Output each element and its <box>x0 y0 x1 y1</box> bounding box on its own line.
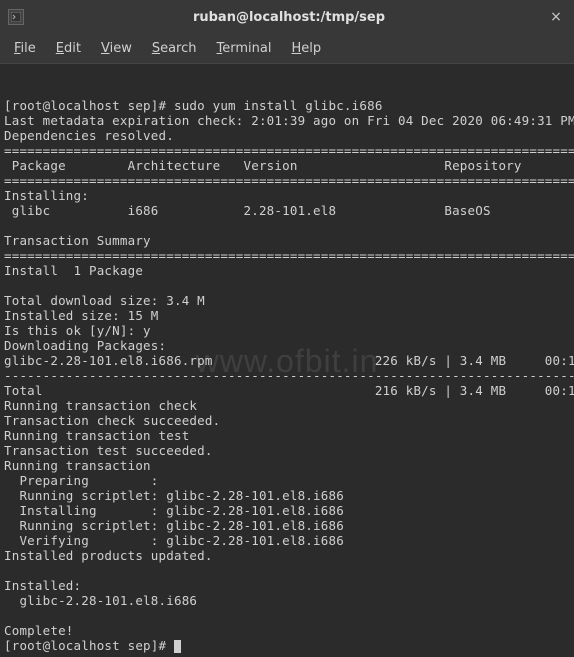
output-line: Installing : glibc-2.28-101.el8.i686 1/1 <box>4 503 574 518</box>
output-line: Transaction test succeeded. <box>4 443 213 458</box>
menu-view[interactable]: View <box>91 37 142 60</box>
output-line: Is this ok [y/N]: y <box>4 323 151 338</box>
terminal-output[interactable]: www.ofbit.in [root@localhost sep]# sudo … <box>0 64 574 657</box>
menu-search[interactable]: Search <box>142 37 207 60</box>
separator: ========================================… <box>4 173 574 188</box>
menu-help[interactable]: Help <box>281 37 331 60</box>
output-line: Verifying : glibc-2.28-101.el8.i686 1/1 <box>4 533 574 548</box>
output-line: Install 1 Package <box>4 263 143 278</box>
prompt-line: [root@localhost sep]# <box>4 638 174 653</box>
separator: ----------------------------------------… <box>4 368 574 383</box>
table-header: Package Architecture Version Repository … <box>4 158 574 173</box>
output-line: Running scriptlet: glibc-2.28-101.el8.i6… <box>4 488 574 503</box>
output-line: Total download size: 3.4 M <box>4 293 205 308</box>
prompt-line: [root@localhost sep]# sudo yum install g… <box>4 98 383 113</box>
output-line: Installed: <box>4 578 81 593</box>
output-line: Downloading Packages: <box>4 338 166 353</box>
output-line: Running transaction <box>4 458 151 473</box>
output-line: Running transaction check <box>4 398 197 413</box>
output-line: Installing: <box>4 188 89 203</box>
output-line: Total 216 kB/s | 3.4 MB 00:16 <box>4 383 574 398</box>
window-title: ruban@localhost:/tmp/sep <box>32 10 546 25</box>
menu-terminal[interactable]: Terminal <box>207 37 282 60</box>
menu-edit[interactable]: Edit <box>46 37 91 60</box>
output-line: Complete! <box>4 623 74 638</box>
output-line: Transaction Summary <box>4 233 151 248</box>
output-line: Dependencies resolved. <box>4 128 174 143</box>
output-line: glibc-2.28-101.el8.i686.rpm 226 kB/s | 3… <box>4 353 574 368</box>
close-button[interactable]: × <box>546 7 566 27</box>
cursor <box>174 640 181 653</box>
output-line: Running transaction test <box>4 428 189 443</box>
output-line: Installed products updated. <box>4 548 213 563</box>
menu-file[interactable]: File <box>4 37 46 60</box>
separator: ========================================… <box>4 248 574 263</box>
output-line: Installed size: 15 M <box>4 308 159 323</box>
output-line: Last metadata expiration check: 2:01:39 … <box>4 113 574 128</box>
output-line: Running scriptlet: glibc-2.28-101.el8.i6… <box>4 518 574 533</box>
output-line: glibc-2.28-101.el8.i686 <box>4 593 197 608</box>
menubar: File Edit View Search Terminal Help <box>0 34 574 64</box>
terminal-icon <box>8 9 24 25</box>
titlebar: ruban@localhost:/tmp/sep × <box>0 0 574 34</box>
table-row: glibc i686 2.28-101.el8 BaseOS 3.4 M <box>4 203 574 218</box>
separator: ========================================… <box>4 143 574 158</box>
output-line: Transaction check succeeded. <box>4 413 220 428</box>
output-line: Preparing : 1/1 <box>4 473 574 488</box>
